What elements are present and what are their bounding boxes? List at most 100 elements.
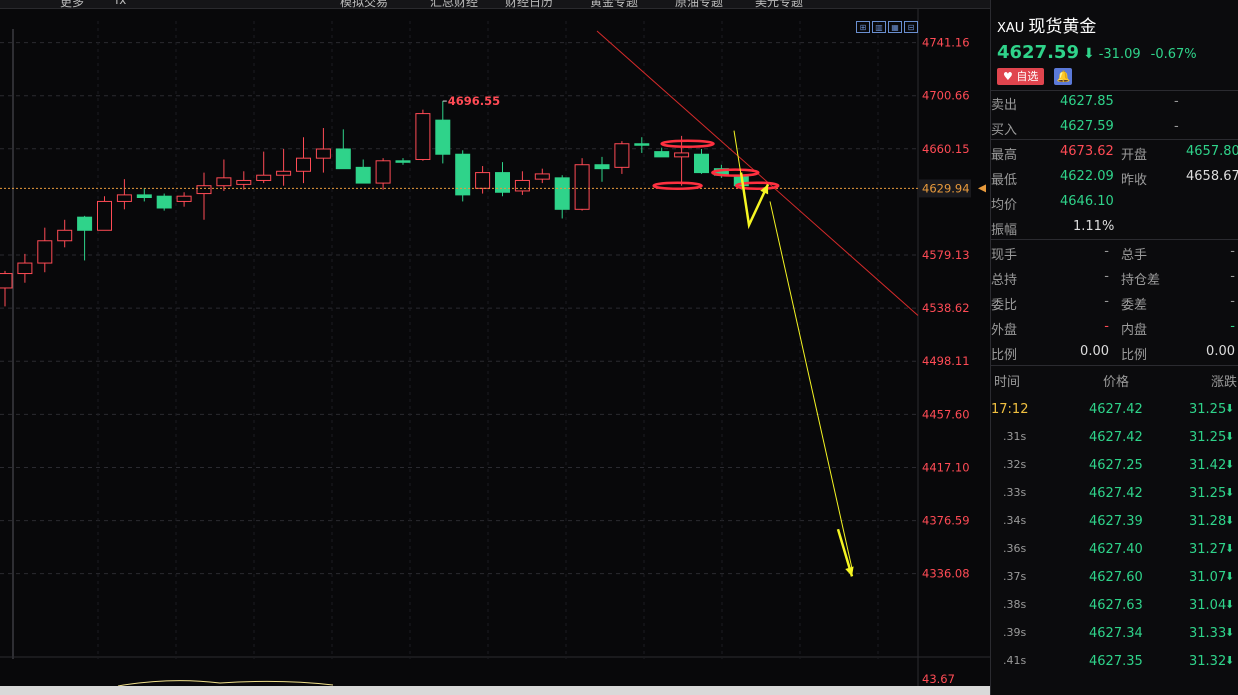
stat-value: - — [1230, 319, 1235, 334]
y-tick-label: 4457.60 — [922, 407, 970, 421]
tick-down-arrow-icon: ⬇ — [1225, 626, 1235, 639]
candle-body — [315, 148, 331, 159]
current-price-tag-arrow — [978, 184, 986, 193]
price-change-pct: -0.67% — [1150, 47, 1197, 62]
toolbar-sim-trade[interactable]: 模拟交易 — [340, 0, 388, 8]
high-open-row: 最高 4673.62 开盘 4657.80 — [991, 140, 1238, 165]
bell-icon[interactable]: 🔔 — [1054, 68, 1073, 85]
candle-body — [216, 177, 232, 187]
grid-view-icon[interactable]: ⊞ — [856, 21, 870, 33]
favorite-button[interactable]: ♥ 自选 — [997, 68, 1045, 85]
tick-price: 4627.40 — [1089, 542, 1143, 557]
tick-header-price: 价格 — [1103, 375, 1130, 390]
tick-change: 31.42 — [1189, 458, 1227, 473]
tick-change: 31.28 — [1189, 514, 1227, 529]
prev-close-label: 昨收 — [1121, 173, 1148, 188]
avg-label: 均价 — [991, 198, 1018, 213]
tick-row: 17:12 4627.42 31.25 ⬇ — [991, 396, 1238, 424]
y-tick-label: 4700.66 — [922, 89, 970, 103]
view-mode-icons: ⊞ ▥ ▦ ⊟ — [856, 21, 918, 33]
annotation-ellipse — [652, 181, 703, 190]
tick-header-time: 时间 — [994, 375, 1021, 390]
high-label: 最高 — [991, 148, 1018, 163]
tick-row: .37s 4627.60 31.07 ⬇ — [991, 564, 1238, 592]
high-price-label: 4696.55 — [448, 94, 500, 108]
tick-time: .39s — [1003, 626, 1027, 639]
candle-body — [196, 185, 212, 195]
tick-change: 31.07 — [1189, 570, 1227, 585]
high-value: 4673.62 — [1060, 144, 1114, 159]
tick-row: .32s 4627.25 31.42 ⬇ — [991, 452, 1238, 480]
candle-body — [674, 152, 690, 158]
chart-area[interactable]: 4741.16 4700.66 4660.15 4579.13 4538.62 4498.… — [0, 9, 990, 695]
annotation-ellipse — [660, 139, 715, 149]
stat-row: 委比 - 委差 - — [991, 290, 1238, 315]
toolbar-calendar[interactable]: 财经日历 — [505, 0, 553, 8]
stat-label: 内盘 — [1121, 323, 1148, 338]
y-tick-label: 4579.13 — [922, 248, 970, 262]
stat-value: 0.00 — [1080, 344, 1109, 359]
tick-down-arrow-icon: ⬇ — [1225, 542, 1235, 555]
tick-row: .31s 4627.42 31.25 ⬇ — [991, 424, 1238, 452]
stat-value: - — [1104, 294, 1109, 309]
y-tick-label: 4660.15 — [922, 142, 970, 156]
tick-price: 4627.42 — [1089, 402, 1143, 417]
stat-label: 现手 — [991, 248, 1018, 263]
tick-time: .38s — [1003, 598, 1027, 611]
fullscreen-icon[interactable]: ⊟ — [904, 21, 918, 33]
stat-value: - — [1104, 244, 1109, 259]
tick-row: .41s 4627.35 31.32 ⬇ — [991, 648, 1238, 676]
stat-label: 比例 — [1121, 348, 1148, 363]
tick-row: .39s 4627.34 31.33 ⬇ — [991, 620, 1238, 648]
down-arrow-icon: ⬇ — [1082, 46, 1095, 62]
low-label: 最低 — [991, 173, 1018, 188]
candle-body — [136, 194, 152, 199]
y-tick-label: 4376.59 — [922, 514, 970, 528]
tick-price: 4627.39 — [1089, 514, 1143, 529]
candle-body — [514, 179, 530, 192]
candle-body — [276, 170, 292, 176]
amplitude-value: 1.11% — [1073, 219, 1115, 234]
candle-body — [614, 143, 630, 168]
stat-label: 持仓差 — [1121, 273, 1161, 288]
tick-time: 17:12 — [991, 402, 1029, 417]
amplitude-row: 振幅 1.11% — [991, 215, 1238, 240]
stat-label: 总手 — [1121, 248, 1148, 263]
candle-body — [0, 273, 13, 289]
open-value: 4657.80 — [1186, 144, 1238, 159]
toolbar-fx[interactable]: fx — [115, 0, 126, 7]
annotation-arrow-guide — [769, 201, 853, 569]
buy-row: 买入 4627.59 - — [991, 115, 1238, 140]
candle-body — [694, 153, 709, 174]
tick-price: 4627.60 — [1089, 570, 1143, 585]
toolbar-oil[interactable]: 原油专题 — [675, 0, 723, 8]
current-price-label: 4629.94 — [922, 181, 970, 195]
tick-down-arrow-icon: ⬇ — [1225, 486, 1235, 499]
y-tick-label: 4498.11 — [922, 354, 970, 368]
candlestick-chart[interactable]: 4741.16 4700.66 4660.15 4579.13 4538.62 4498.… — [0, 9, 990, 686]
candle-body — [256, 174, 272, 181]
tick-price: 4627.42 — [1089, 486, 1143, 501]
tick-change: 31.32 — [1189, 654, 1227, 669]
tick-price: 4627.34 — [1089, 626, 1143, 641]
tick-down-arrow-icon: ⬇ — [1225, 430, 1235, 443]
tick-change: 31.25 — [1189, 430, 1227, 445]
toolbar-usd[interactable]: 美元专题 — [755, 0, 803, 8]
candle-body — [415, 113, 431, 160]
tick-change: 31.04 — [1189, 598, 1227, 613]
tick-time: .37s — [1003, 570, 1027, 583]
toolbar-more[interactable]: 更多 — [60, 0, 84, 8]
horizontal-scrollbar[interactable] — [0, 686, 990, 695]
split-view-icon[interactable]: ▦ — [888, 21, 902, 33]
candle-body — [17, 262, 33, 275]
stat-row: 现手 - 总手 - — [991, 240, 1238, 265]
toolbar-gold[interactable]: 黄金专题 — [590, 0, 638, 8]
candle-body — [475, 172, 491, 189]
toolbar-summary[interactable]: 汇总财经 — [430, 0, 478, 8]
tick-time: .33s — [1003, 486, 1027, 499]
tick-time: .32s — [1003, 458, 1027, 471]
tick-row: .38s 4627.63 31.04 ⬇ — [991, 592, 1238, 620]
stat-value: - — [1230, 269, 1235, 284]
chart-view-icon[interactable]: ▥ — [872, 21, 886, 33]
avg-row: 均价 4646.10 — [991, 190, 1238, 215]
